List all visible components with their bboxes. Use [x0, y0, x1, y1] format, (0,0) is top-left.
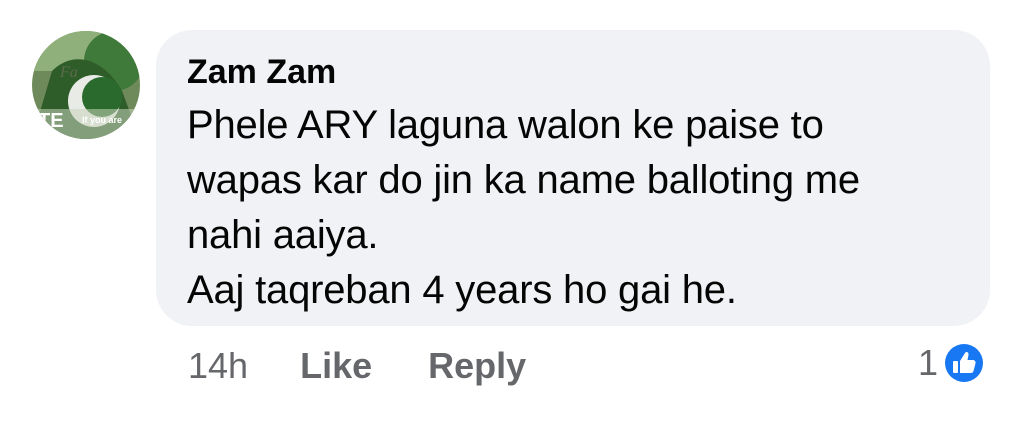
reaction-count: 1 — [918, 342, 939, 383]
comment-author[interactable]: Zam Zam — [187, 52, 336, 92]
comment-text-line: wapas kar do jin ka name balloting me — [187, 158, 860, 202]
avatar-text-bottom-right: If you are — [82, 115, 122, 125]
comment-actions: 14h Like Reply — [188, 343, 582, 389]
comment-timestamp[interactable]: 14h — [188, 345, 248, 387]
avatar[interactable]: Fa TE If you are — [32, 31, 140, 139]
avatar-text-top: Fa — [59, 64, 78, 81]
comment-text-line: nahi aaiya. — [187, 213, 379, 257]
comment-text-line: Aaj taqreban 4 years ho gai he. — [187, 268, 737, 312]
reply-button[interactable]: Reply — [428, 345, 526, 387]
like-button[interactable]: Like — [300, 345, 372, 387]
avatar-text-bottom-left: TE — [38, 110, 64, 132]
comment: Fa TE If you are Zam Zam Phele ARY lagun… — [0, 0, 1024, 425]
comment-bubble: Zam Zam Phele ARY laguna walon ke paise … — [156, 30, 990, 326]
comment-text: Phele ARY laguna walon ke paise to wapas… — [187, 98, 960, 318]
like-thumbs-up-icon — [943, 342, 986, 384]
reaction-summary[interactable]: 1 — [918, 340, 986, 386]
comment-text-line: Phele ARY laguna walon ke paise to — [187, 103, 824, 147]
